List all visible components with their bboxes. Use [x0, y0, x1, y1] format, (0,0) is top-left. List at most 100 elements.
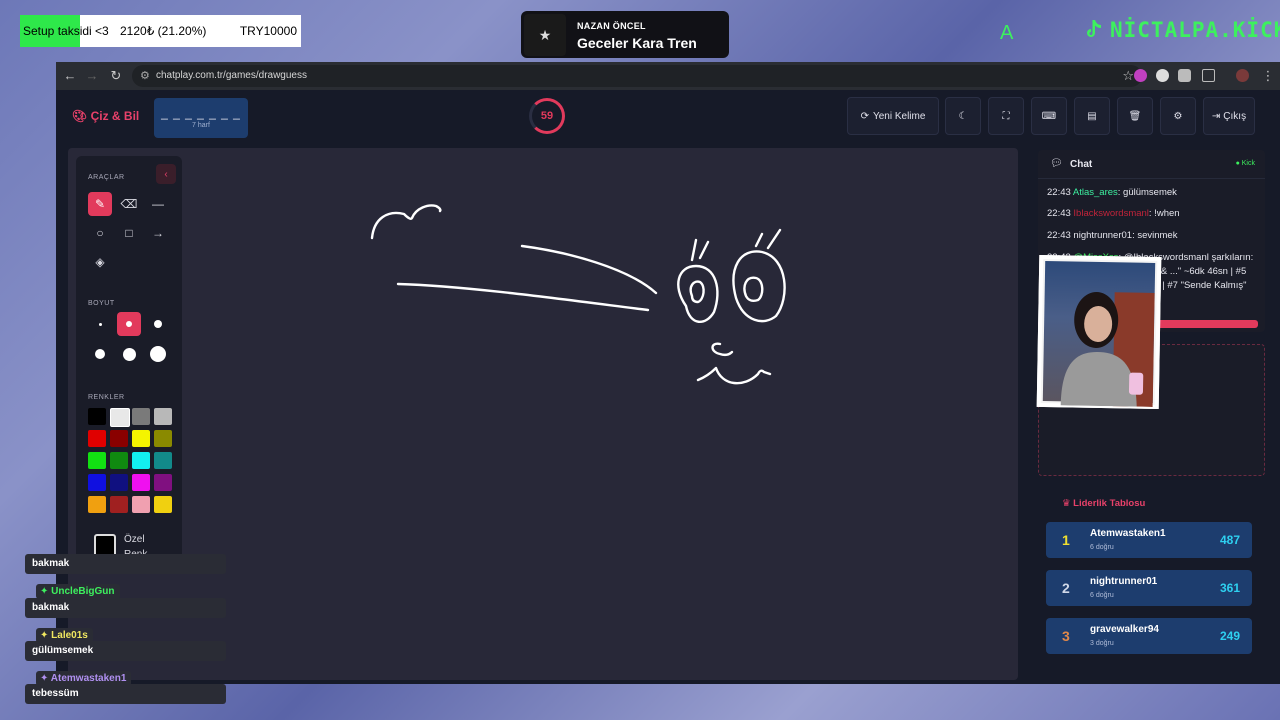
leaderboard-correct-count: 3 doğru: [1090, 640, 1114, 647]
color-swatch[interactable]: [110, 496, 128, 513]
color-swatch[interactable]: [154, 452, 172, 469]
leaderboard-correct-count: 6 doğru: [1090, 592, 1114, 599]
size-option-3[interactable]: [146, 312, 170, 336]
address-bar[interactable]: ⚙ chatplay.com.tr/games/drawguess ☆: [132, 65, 1142, 87]
platform-name: Kick: [1241, 160, 1255, 167]
extension-icon[interactable]: [1134, 69, 1147, 82]
size-dot: [98, 322, 102, 326]
bookmark-star-icon[interactable]: ☆: [1122, 68, 1134, 84]
color-swatch[interactable]: [132, 430, 150, 447]
message-user[interactable]: Atlas_ares: [1073, 187, 1118, 198]
extension-icon[interactable]: [1178, 69, 1191, 82]
message-text: : sevinmek: [1132, 230, 1178, 241]
dark-mode-button[interactable]: ☾: [945, 97, 981, 135]
chat-title: Chat: [1070, 159, 1093, 170]
tools-panel: ARAÇLAR ‹ ✎ ⌫ — ○ □ → ◈ BOYUT RENKLER Öz…: [76, 156, 182, 572]
stream-chat-message: bakmak: [25, 598, 226, 618]
eraser-icon: ⌫: [120, 197, 138, 211]
forward-icon[interactable]: →: [84, 68, 100, 84]
exit-button[interactable]: ⇥ Çıkış: [1203, 97, 1255, 135]
leaderboard-title: ♛ Liderlik Tablosu: [1062, 498, 1145, 509]
leaderboard-rank: 2: [1062, 580, 1070, 596]
color-swatch[interactable]: [154, 408, 172, 425]
archive-icon: ▤: [1087, 110, 1097, 122]
keyboard-button[interactable]: ⌨: [1031, 97, 1067, 135]
streamer-silhouette: [1060, 291, 1155, 407]
leaderboard-rank: 3: [1062, 628, 1070, 644]
color-swatch[interactable]: [132, 408, 150, 425]
line-tool[interactable]: —: [146, 192, 170, 216]
color-swatch[interactable]: [88, 408, 106, 425]
color-swatch[interactable]: [154, 474, 172, 491]
message-user[interactable]: Iblackswordsmanl: [1073, 208, 1149, 219]
archive-button[interactable]: ▤: [1074, 97, 1110, 135]
browser-menu-icon[interactable]: ⋮: [1260, 68, 1276, 84]
size-option-4[interactable]: [88, 342, 112, 366]
stroke-pupil-right: [743, 276, 764, 302]
tiktok-icon: [1087, 20, 1101, 37]
extension-icon[interactable]: [1156, 69, 1169, 82]
size-dot: [154, 320, 162, 328]
word-hint-box: _ _ _ _ _ _ _ 7 harf: [154, 98, 248, 138]
circle-tool[interactable]: ○: [88, 221, 112, 245]
size-option-2[interactable]: [117, 312, 141, 336]
color-swatch[interactable]: [110, 474, 128, 491]
webcam-image: [1042, 261, 1156, 407]
color-swatch[interactable]: [88, 452, 106, 469]
color-swatch[interactable]: [154, 496, 172, 513]
moon-icon: ☾: [958, 110, 968, 122]
leaderboard-score: 361: [1219, 581, 1240, 595]
arrow-tool[interactable]: →: [146, 221, 170, 245]
fill-tool[interactable]: ◈: [88, 250, 112, 274]
profile-avatar[interactable]: [1236, 69, 1249, 82]
new-word-button[interactable]: ⟳ Yeni Kelime: [847, 97, 939, 135]
chat-bubble-icon: 💬︎: [1050, 158, 1063, 169]
leaderboard-row: 3 gravewalker94 3 doğru 249: [1046, 618, 1252, 654]
fullscreen-button[interactable]: ⛶: [988, 97, 1024, 135]
stream-chat-message: tebessüm: [25, 684, 226, 704]
color-swatch[interactable]: [132, 452, 150, 469]
size-option-5[interactable]: [117, 342, 141, 366]
color-swatch[interactable]: [132, 496, 150, 513]
collapse-panel-button[interactable]: ‹: [156, 164, 176, 184]
leaderboard-row: 1 Atemwastaken1 6 doğru 487: [1046, 522, 1252, 558]
color-swatch[interactable]: [88, 474, 106, 491]
back-icon[interactable]: ←: [62, 68, 78, 84]
color-swatch[interactable]: [110, 408, 130, 427]
paint-bucket-icon: ◈: [95, 255, 105, 269]
leaderboard-name: nightrunner01: [1090, 576, 1158, 587]
logout-icon: ⇥: [1211, 110, 1221, 122]
app-logo[interactable]: 🎨︎ Çiz & Bil: [72, 109, 139, 123]
color-swatch[interactable]: [154, 430, 172, 447]
color-swatch[interactable]: [110, 430, 128, 447]
size-dot: [126, 321, 132, 327]
clear-button[interactable]: 🗑︎: [1117, 97, 1153, 135]
color-swatch[interactable]: [88, 430, 106, 447]
extensions-puzzle-icon[interactable]: [1202, 69, 1215, 82]
expand-icon: ⛶: [1002, 110, 1010, 122]
color-swatch[interactable]: [132, 474, 150, 491]
rectangle-tool[interactable]: □: [117, 221, 141, 245]
square-icon: □: [125, 226, 133, 240]
site-info-icon[interactable]: ⚙: [140, 69, 150, 82]
color-swatch[interactable]: [110, 452, 128, 469]
eraser-tool[interactable]: ⌫: [117, 192, 141, 216]
size-option-1[interactable]: [88, 312, 112, 336]
leaderboard-title-text: Liderlik Tablosu: [1073, 498, 1146, 509]
colors-section-label: RENKLER: [88, 394, 125, 401]
trash-icon: 🗑︎: [1128, 110, 1142, 122]
chat-header: 💬︎ Chat ● Kick: [1038, 150, 1265, 179]
webcam-feed: [1036, 254, 1162, 410]
reload-icon[interactable]: ↻: [108, 68, 124, 84]
donation-goal-bar: Setup taksidi <3 2120₺ (21.20%) TRY10000: [20, 15, 301, 47]
color-swatch[interactable]: [88, 496, 106, 513]
stroke-line-2: [520, 244, 658, 295]
message-time: 22:43: [1047, 187, 1073, 198]
arrow-right-icon: →: [152, 226, 164, 240]
brush-tool[interactable]: ✎: [88, 192, 112, 216]
leaderboard-correct-count: 6 doğru: [1090, 544, 1114, 551]
message-user[interactable]: nightrunner01: [1073, 230, 1132, 241]
settings-button[interactable]: ⚙: [1160, 97, 1196, 135]
size-option-6[interactable]: [146, 342, 170, 366]
platform-badge: ● Kick: [1235, 160, 1255, 167]
